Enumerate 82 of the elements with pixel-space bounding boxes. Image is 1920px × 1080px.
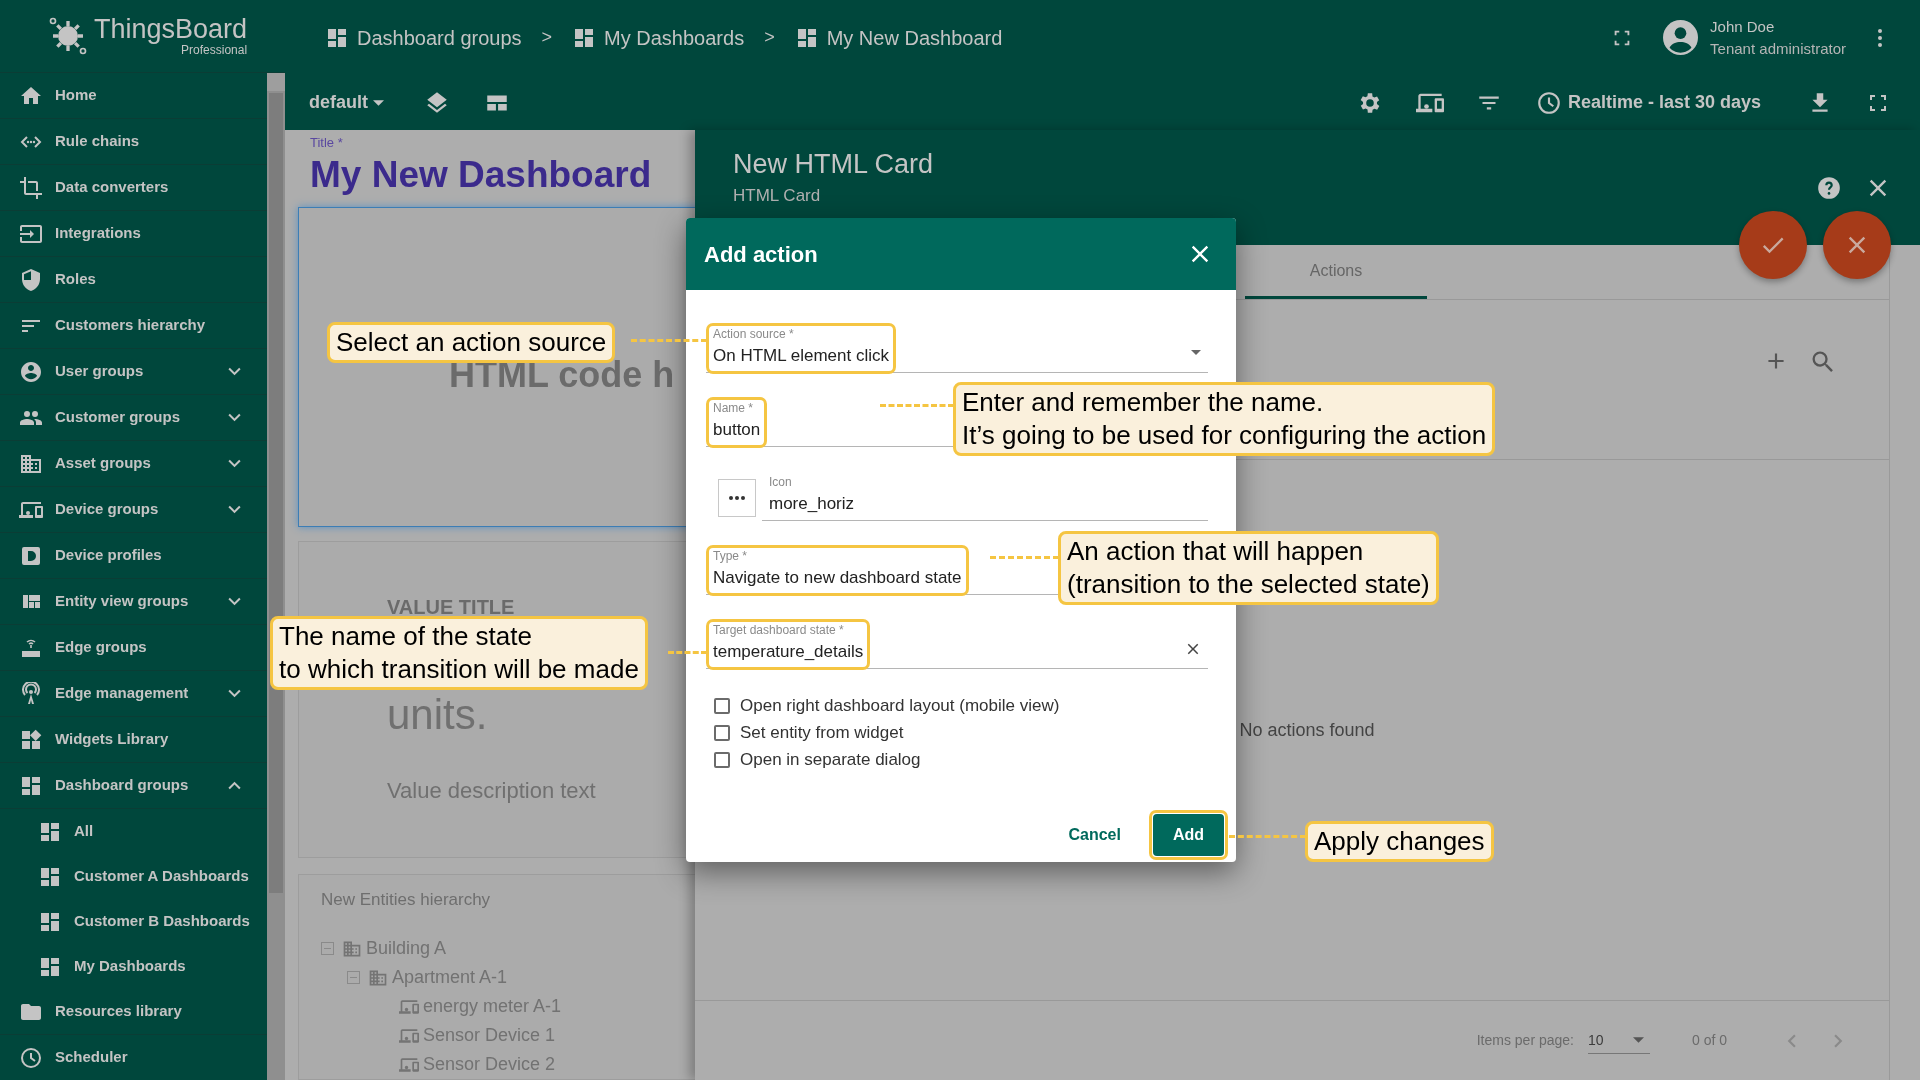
tree-toggle[interactable] (347, 971, 360, 984)
field-value: button (713, 419, 761, 441)
checkbox-label: Set entity from widget (740, 721, 904, 744)
sidebar-item[interactable]: Asset groups (0, 441, 267, 487)
edition-label: Professional (181, 44, 248, 56)
sidebar-item[interactable]: User groups (0, 349, 267, 395)
empty-message: No actions found (1239, 718, 1375, 742)
user-role: Tenant administrator (1710, 38, 1846, 59)
field-label: Icon (769, 474, 792, 490)
more-icon (729, 496, 745, 500)
dashboard-title: My New Dashboard (310, 152, 652, 197)
breadcrumb-link[interactable]: My Dashboards (572, 22, 745, 53)
callout-tooltip: The name of the state to which transition will be made (270, 616, 648, 690)
timewindow-button[interactable]: Realtime - last 30 days (1535, 89, 1761, 116)
sidebar-item[interactable]: Device groups (0, 487, 267, 533)
sidebar-item[interactable]: Entity view groups (0, 579, 267, 625)
sidebar-item[interactable]: My Dashboards (0, 944, 267, 989)
sidebar-item[interactable]: Customer B Dashboards (0, 899, 267, 944)
caret-icon (373, 99, 384, 106)
panel-title: New HTML Card (733, 148, 934, 180)
widget-title: New Entities hierarchy (321, 888, 491, 911)
field-value: temperature_details (713, 641, 864, 663)
sidebar-item[interactable]: Widgets Library (0, 717, 267, 763)
field-label: Target dashboard state * (713, 622, 844, 638)
breadcrumb-separator: > (763, 26, 776, 49)
logo-icon (48, 16, 88, 56)
input-field[interactable]: Icon more_horiz (762, 461, 1208, 521)
help-icon[interactable] (1816, 175, 1842, 201)
widgets-icon (19, 727, 43, 752)
field-label: Action source * (713, 326, 794, 342)
sidebar-item[interactable]: Device profiles (0, 533, 267, 579)
checkbox[interactable] (714, 724, 730, 741)
sidebar-item[interactable]: Resources library (0, 989, 267, 1035)
callout-tooltip: Enter and remember the name. It’s going to be used for configuring the action (953, 382, 1496, 456)
clock-icon (19, 1045, 43, 1070)
callout-tooltip: Select an action source (327, 322, 616, 363)
field-value: Navigate to new dashboard state (713, 567, 962, 589)
caret-icon (1632, 1037, 1644, 1043)
sidebar-item[interactable]: Integrations (0, 211, 267, 257)
callout-tooltip: Apply changes (1305, 821, 1494, 862)
title-label: Title * (310, 134, 343, 152)
field-value: On HTML element click (713, 345, 890, 367)
units-text: units. (387, 691, 488, 738)
icon-picker-button[interactable] (718, 479, 756, 517)
sidebar-item[interactable]: Home (0, 73, 267, 119)
input-field[interactable]: Action source * On HTML element click (706, 313, 1208, 373)
checkbox[interactable] (714, 697, 730, 714)
antenna-icon (19, 681, 43, 706)
checkbox-label: Open right dashboard layout (mobile view) (740, 694, 1060, 717)
sidebar-item[interactable]: All (0, 809, 267, 854)
dialog-title: Add action (704, 240, 818, 269)
sidebar-item[interactable]: Edge management (0, 671, 267, 717)
sidebar-item[interactable]: Roles (0, 257, 267, 303)
panel-subtitle: HTML Card (733, 186, 821, 206)
field-label: Name * (713, 400, 753, 416)
field-value: more_horiz (769, 493, 855, 515)
sidebar-item[interactable]: Customer groups (0, 395, 267, 441)
callout-tooltip: An action that will happen (transition to the selected state) (1058, 531, 1439, 605)
breadcrumb-link[interactable]: My New Dashboard (794, 22, 1003, 53)
checkbox-label: Open in separate dialog (740, 748, 921, 771)
value-description: Value description text (387, 776, 596, 805)
user-name: John Doe (1710, 16, 1776, 37)
user-icon (19, 359, 43, 384)
checkbox[interactable] (714, 751, 730, 768)
state-dropdown[interactable]: default (309, 89, 384, 116)
add-button[interactable]: Add (1152, 814, 1224, 856)
tree-toggle[interactable] (321, 942, 334, 955)
breadcrumb-link[interactable]: Dashboard groups (325, 22, 522, 53)
leader-line (668, 651, 707, 654)
sidebar-item[interactable]: Customer A Dashboards (0, 854, 267, 899)
breadcrumb-separator: > (540, 26, 554, 49)
pagination-label: Items per page: (1476, 1031, 1574, 1050)
crop-icon (19, 175, 43, 200)
field-label: Type * (713, 548, 748, 564)
page-size-select[interactable]: 10 (1587, 1027, 1650, 1054)
sidebar-item[interactable]: Dashboard groups (0, 763, 267, 809)
avatar-icon[interactable] (1663, 20, 1699, 55)
page-range: 0 of 0 (1691, 1031, 1727, 1050)
clock-icon (1535, 89, 1562, 116)
input-field[interactable]: Target dashboard state * temperature_details (706, 609, 1208, 669)
shield-icon (19, 267, 43, 292)
cancel-button[interactable]: Cancel (1058, 814, 1131, 856)
